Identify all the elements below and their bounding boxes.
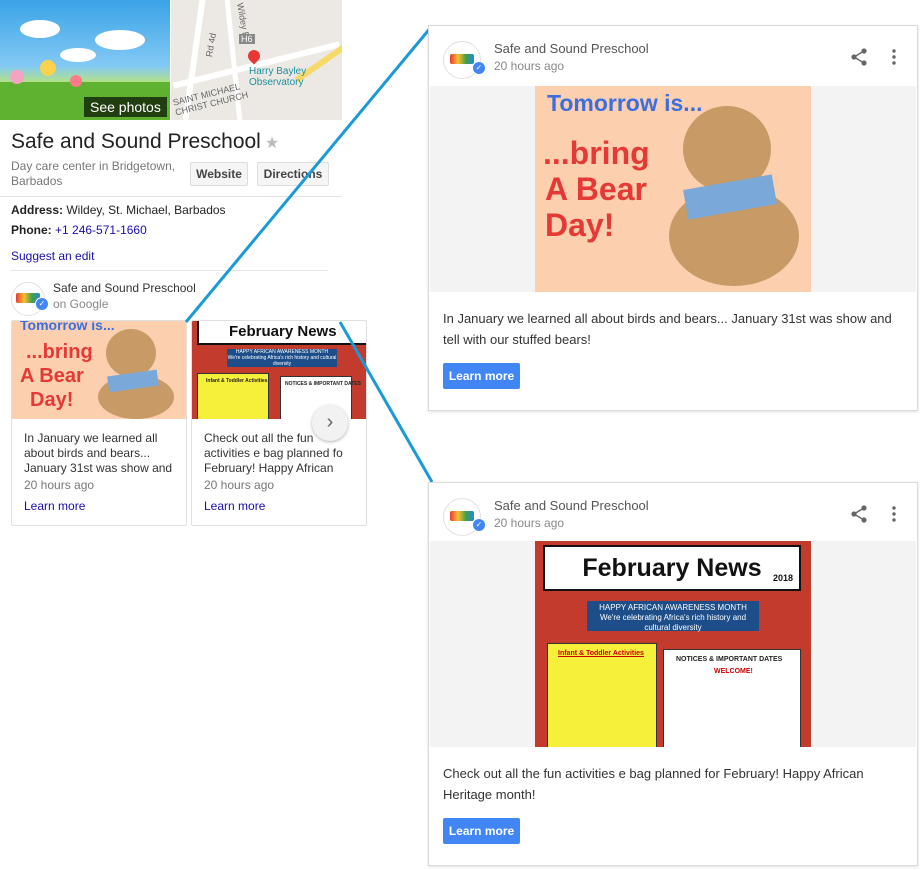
- directions-button[interactable]: Directions: [257, 162, 329, 186]
- post-time: 20 hours ago: [24, 478, 95, 492]
- business-category: Day care center in Bridgetown, Barbados: [11, 159, 176, 188]
- post-time: 20 hours ago: [494, 516, 565, 530]
- post-author: Safe and Sound Preschool: [494, 498, 649, 513]
- image-text: February News 2018: [543, 545, 801, 591]
- learn-more-button[interactable]: Learn more: [443, 818, 520, 844]
- image-text: Day!: [545, 207, 615, 243]
- image-text: ...bring: [543, 135, 650, 171]
- image-text: WELCOME!: [714, 668, 753, 675]
- verified-check-icon: ✓: [472, 61, 486, 75]
- post-text: In January we learned all about birds an…: [443, 311, 892, 347]
- share-icon[interactable]: [850, 48, 868, 66]
- map-road-label: Rd 4d: [204, 32, 219, 58]
- image-text: HAPPY AFRICAN AWARENESS MONTH We're celeb…: [227, 349, 337, 367]
- suggest-edit-link[interactable]: Suggest an edit: [11, 249, 94, 263]
- post-image[interactable]: Tomorrow is... ...bring A Bear Day!: [535, 86, 811, 292]
- more-vert-icon[interactable]: [892, 506, 896, 522]
- image-text: Tomorrow is...: [547, 90, 703, 116]
- more-vert-icon[interactable]: [892, 49, 896, 65]
- see-photos-button[interactable]: See photos: [84, 97, 167, 117]
- post-card-small[interactable]: Tomorrow is... ...bring A Bear Day! In J…: [11, 320, 187, 526]
- poster-source: on Google: [53, 297, 109, 311]
- image-text: Infant & Toddler Activities: [558, 650, 644, 657]
- phone-row: Phone: +1 246-571-1660: [11, 223, 147, 237]
- post-image[interactable]: February News 2018 HAPPY AFRICAN AWARENE…: [535, 541, 811, 747]
- verified-check-icon: ✓: [35, 297, 49, 311]
- learn-more-button[interactable]: Learn more: [443, 363, 520, 389]
- hero-images: See photos Rd 4d Wildey Rd H6 SAINT MICH…: [0, 0, 342, 120]
- divider: [0, 196, 342, 197]
- image-text: Tomorrow is...: [20, 321, 115, 333]
- business-photo[interactable]: See photos: [0, 0, 170, 120]
- post-author: Safe and Sound Preschool: [494, 41, 649, 56]
- business-title: Safe and Sound Preschool ★: [11, 130, 280, 153]
- address-row: Address: Wildey, St. Michael, Barbados: [11, 203, 226, 217]
- post-image[interactable]: Tomorrow is... ...bring A Bear Day!: [12, 321, 186, 419]
- image-text: A Bear: [20, 365, 84, 387]
- image-text: HAPPY AFRICAN AWARENESS MONTH We're celeb…: [587, 601, 759, 632]
- chevron-right-icon[interactable]: ›: [312, 405, 348, 441]
- divider: [11, 270, 328, 271]
- learn-more-link[interactable]: Learn more: [24, 499, 85, 513]
- image-frame: February News 2018 HAPPY AFRICAN AWARENE…: [430, 541, 916, 747]
- star-icon[interactable]: ★: [265, 135, 279, 152]
- poster-name: Safe and Sound Preschool: [53, 281, 196, 295]
- phone-link[interactable]: +1 246-571-1660: [55, 223, 147, 237]
- image-text: A Bear: [545, 171, 647, 207]
- image-text: NOTICES & IMPORTANT DATES: [676, 656, 783, 663]
- share-icon[interactable]: [850, 505, 868, 523]
- website-button[interactable]: Website: [190, 162, 248, 186]
- knowledge-panel: See photos Rd 4d Wildey Rd H6 SAINT MICH…: [0, 0, 367, 870]
- learn-more-link[interactable]: Learn more: [204, 499, 265, 513]
- image-frame: Tomorrow is... ...bring A Bear Day!: [430, 86, 916, 292]
- image-text: Day!: [30, 389, 74, 411]
- post-time: 20 hours ago: [204, 478, 275, 492]
- post-text: Check out all the fun activities e bag p…: [443, 766, 864, 802]
- post-card-expanded: ✓ Safe and Sound Preschool 20 hours ago …: [428, 25, 918, 411]
- post-card-expanded: ✓ Safe and Sound Preschool 20 hours ago …: [428, 482, 918, 866]
- map-place-label: Harry Bayley Observatory: [249, 66, 307, 88]
- post-time: 20 hours ago: [494, 59, 565, 73]
- image-text: ...bring: [26, 341, 93, 363]
- highway-label: H6: [239, 34, 255, 44]
- map-thumbnail[interactable]: Rd 4d Wildey Rd H6 SAINT MICHAEL CHRIST …: [171, 0, 342, 120]
- image-text: Infant & Toddler Activities: [206, 378, 268, 384]
- verified-check-icon: ✓: [472, 518, 486, 532]
- image-text: NOTICES & IMPORTANT DATES: [285, 381, 361, 387]
- post-text: In January we learned all about birds an…: [24, 431, 173, 475]
- image-text: February News: [197, 321, 366, 345]
- post-image[interactable]: February News HAPPY AFRICAN AWARENESS MO…: [192, 321, 366, 419]
